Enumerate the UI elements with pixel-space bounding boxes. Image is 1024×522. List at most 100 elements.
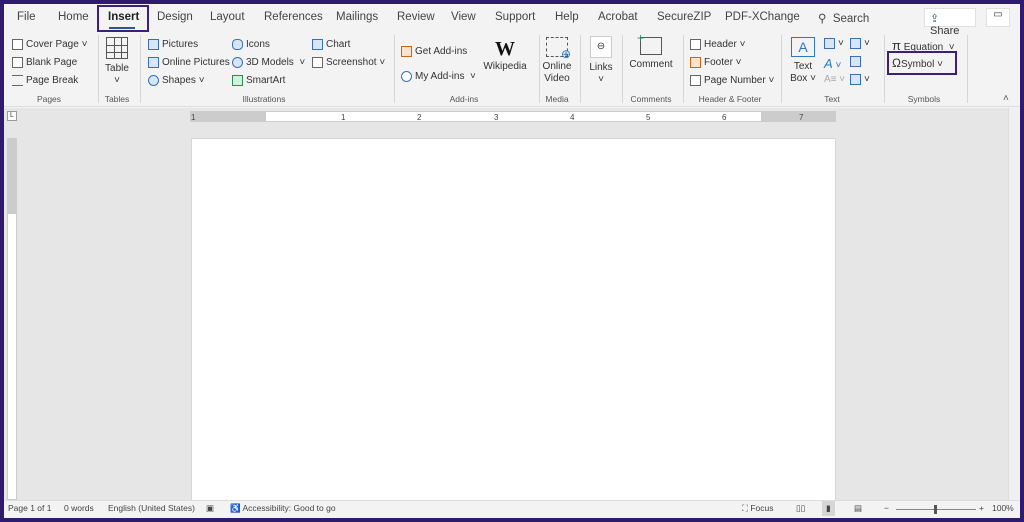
- web-layout-icon[interactable]: ▤: [854, 503, 862, 514]
- pictures-button[interactable]: Pictures: [148, 39, 198, 50]
- pictures-icon: [148, 39, 159, 50]
- tab-support[interactable]: Support: [495, 11, 535, 23]
- tab-file[interactable]: File: [17, 11, 36, 23]
- document-page[interactable]: [191, 138, 836, 508]
- page-number-icon: [690, 75, 701, 86]
- 3d-models-button[interactable]: 3D Models ˅: [232, 57, 305, 68]
- ruler-number: 5: [646, 113, 651, 122]
- tab-help[interactable]: Help: [555, 11, 579, 23]
- smartart-icon: [232, 75, 243, 86]
- search-box[interactable]: ⚲ Search: [818, 11, 869, 25]
- table-icon: [106, 37, 128, 59]
- vertical-scrollbar[interactable]: [1008, 108, 1020, 500]
- online-video-icon: ⊕: [546, 37, 571, 60]
- separator: [140, 35, 141, 103]
- page-break-button[interactable]: Page Break: [12, 75, 78, 86]
- horizontal-ruler[interactable]: 1 1 2 3 4 5 6 7: [190, 111, 836, 122]
- tab-acrobat[interactable]: Acrobat: [598, 11, 638, 23]
- group-label-symbols: Symbols: [907, 94, 941, 104]
- shapes-button[interactable]: Shapes ˅: [148, 75, 205, 86]
- text-box-button[interactable]: A Text Box ˅: [788, 37, 818, 85]
- zoom-level[interactable]: 100%: [992, 503, 1014, 513]
- vertical-ruler[interactable]: [7, 138, 17, 500]
- online-video-button[interactable]: ⊕ Online Video: [540, 37, 574, 85]
- focus-button[interactable]: ⛶ Focus: [742, 503, 773, 514]
- collapse-ribbon-icon[interactable]: ˄: [1003, 93, 1009, 104]
- date-time-icon: [850, 56, 861, 67]
- group-label-pages: Pages: [36, 94, 62, 104]
- date-time-button[interactable]: [850, 56, 864, 67]
- separator: [781, 35, 782, 103]
- ruler-number: 6: [722, 113, 727, 122]
- get-addins-icon: [401, 46, 412, 57]
- signature-line-button[interactable]: ˅: [850, 38, 870, 49]
- group-label-text: Text: [824, 94, 840, 104]
- quick-parts-button[interactable]: ˅: [824, 38, 844, 49]
- zoom-slider[interactable]: [896, 505, 976, 514]
- group-label-illustrations: Illustrations: [242, 94, 286, 104]
- new-comment-icon: +: [637, 32, 662, 55]
- smartart-button[interactable]: SmartArt: [232, 75, 285, 86]
- online-pictures-button[interactable]: Online Pictures: [148, 57, 230, 68]
- page-count[interactable]: Page 1 of 1: [8, 503, 51, 513]
- zoom-slider-thumb[interactable]: [934, 505, 937, 514]
- header-button[interactable]: Header ˅: [690, 39, 745, 50]
- icons-button[interactable]: Icons: [232, 39, 270, 50]
- wordart-button[interactable]: A ˅: [824, 56, 841, 71]
- chart-button[interactable]: Chart: [312, 39, 350, 50]
- language[interactable]: English (United States): [108, 503, 195, 513]
- ruler-number: 1: [191, 113, 196, 122]
- tab-home[interactable]: Home: [58, 11, 89, 23]
- status-bar: Page 1 of 1 0 words English (United Stat…: [4, 500, 1020, 518]
- blank-page-button[interactable]: Blank Page: [12, 57, 77, 68]
- group-label-comments: Comments: [630, 94, 672, 104]
- accessibility-status[interactable]: ♿ Accessibility: Good to go: [230, 503, 336, 514]
- tab-mailings[interactable]: Mailings: [336, 11, 378, 23]
- tab-view[interactable]: View: [451, 11, 476, 23]
- group-label-addins: Add-ins: [449, 94, 479, 104]
- my-addins-button[interactable]: My Add-ins ˅: [401, 71, 476, 82]
- zoom-out-button[interactable]: −: [884, 503, 889, 513]
- online-pictures-icon: [148, 57, 159, 68]
- separator: [622, 35, 623, 103]
- get-addins-button[interactable]: Get Add-ins: [401, 46, 467, 57]
- tab-selector[interactable]: L: [7, 111, 17, 121]
- footer-button[interactable]: Footer ˅: [690, 57, 742, 68]
- shapes-icon: [148, 75, 159, 86]
- page-break-icon: [12, 75, 23, 86]
- cover-page-button[interactable]: Cover Page ˅: [12, 39, 87, 50]
- comment-button[interactable]: + Comment: [626, 32, 676, 71]
- zoom-in-button[interactable]: +: [979, 503, 984, 513]
- links-button[interactable]: ⊖ Links ˅: [586, 36, 616, 86]
- print-layout-icon[interactable]: ▮: [822, 501, 835, 516]
- accessibility-icon: ♿: [230, 503, 241, 513]
- link-icon: ⊖: [590, 36, 612, 58]
- group-label-media: Media: [545, 94, 569, 104]
- ruler-number: 2: [417, 113, 422, 122]
- tab-references[interactable]: References: [264, 11, 323, 23]
- tab-securezip[interactable]: SecureZIP: [657, 11, 711, 23]
- ruler-number: 4: [570, 113, 575, 122]
- signature-line-icon: [850, 38, 861, 49]
- object-button[interactable]: ˅: [850, 74, 870, 85]
- macro-icon[interactable]: ▣: [206, 503, 214, 514]
- tab-design[interactable]: Design: [157, 11, 193, 23]
- screenshot-button[interactable]: Screenshot ˅: [312, 57, 385, 68]
- comments-button[interactable]: ▭: [986, 8, 1010, 27]
- separator: [580, 35, 581, 103]
- tab-review[interactable]: Review: [397, 11, 435, 23]
- drop-cap-button[interactable]: A≡ ˅: [824, 74, 845, 85]
- table-button[interactable]: Table ˅: [102, 37, 132, 87]
- tab-layout[interactable]: Layout: [210, 11, 245, 23]
- read-mode-icon[interactable]: ▯▯: [796, 503, 805, 514]
- footer-icon: [690, 57, 701, 68]
- separator: [884, 35, 885, 103]
- separator: [98, 35, 99, 103]
- tab-pdf-xchange[interactable]: PDF-XChange: [725, 11, 800, 23]
- group-label-header-footer: Header & Footer: [698, 94, 762, 104]
- page-number-button[interactable]: Page Number ˅: [690, 75, 774, 86]
- word-window: File Home Insert Design Layout Reference…: [4, 4, 1020, 518]
- word-count[interactable]: 0 words: [64, 503, 94, 513]
- wikipedia-button[interactable]: W Wikipedia: [482, 37, 528, 73]
- share-button[interactable]: ⇪ Share: [924, 8, 976, 37]
